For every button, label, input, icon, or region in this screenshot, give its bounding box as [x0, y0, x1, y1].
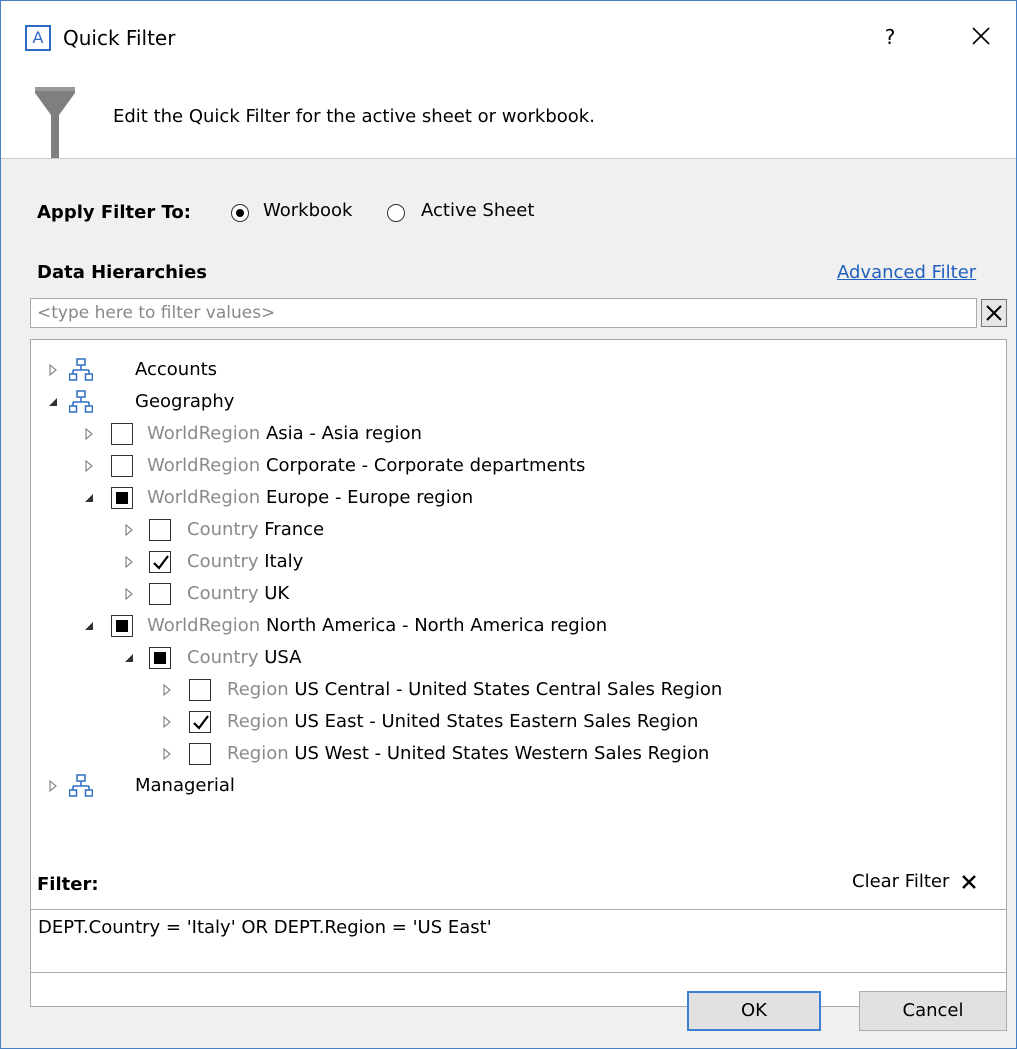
tree-item-accounts[interactable]: Accounts — [31, 354, 1006, 386]
advanced-filter-link[interactable]: Advanced Filter — [837, 260, 976, 286]
level-name: WorldRegion — [147, 615, 261, 636]
collapse-arrow-icon[interactable] — [123, 651, 135, 665]
dialog-body: Apply Filter To: Workbook Active Sheet D… — [1, 158, 1016, 1048]
tree-item-us-west[interactable]: Region US West - United States Western S… — [31, 738, 1006, 770]
clear-search-icon — [986, 305, 1002, 321]
expand-arrow-icon[interactable] — [161, 747, 173, 761]
member-value: USA — [264, 647, 302, 668]
member-checkbox[interactable] — [111, 487, 133, 509]
tree-item-us-central[interactable]: Region US Central - United States Centra… — [31, 674, 1006, 706]
tree-item-managerial[interactable]: Managerial — [31, 770, 1006, 802]
clear-search-button[interactable] — [981, 299, 1007, 327]
close-button[interactable] — [961, 19, 1001, 55]
member-value: US West - United States Western Sales Re… — [294, 743, 710, 764]
tree-item-geography[interactable]: Geography — [31, 386, 1006, 418]
expand-arrow-icon[interactable] — [123, 555, 135, 569]
app-icon: A — [25, 25, 51, 51]
expand-arrow-icon[interactable] — [47, 363, 59, 377]
member-checkbox[interactable] — [149, 583, 171, 605]
level-name: WorldRegion — [147, 487, 261, 508]
member-value: US Central - United States Central Sales… — [294, 679, 723, 700]
member-checkbox[interactable] — [189, 711, 211, 733]
workbook-radio[interactable] — [231, 204, 249, 222]
filter-values-search-input[interactable] — [30, 298, 977, 328]
expand-arrow-icon[interactable] — [161, 715, 173, 729]
active-sheet-radio[interactable] — [387, 204, 405, 222]
expand-arrow-icon[interactable] — [123, 587, 135, 601]
close-icon — [972, 27, 990, 45]
member-checkbox[interactable] — [189, 743, 211, 765]
collapse-arrow-icon[interactable] — [47, 395, 59, 409]
member-checkbox[interactable] — [149, 647, 171, 669]
member-value: North America - North America region — [265, 615, 608, 636]
apply-filter-label: Apply Filter To: — [37, 202, 191, 223]
header-description: Edit the Quick Filter for the active she… — [113, 106, 595, 127]
member-checkbox[interactable] — [111, 455, 133, 477]
level-name: Region — [227, 679, 289, 700]
expand-arrow-icon[interactable] — [123, 523, 135, 537]
level-name: Region — [227, 743, 289, 764]
hierarchy-icon — [69, 390, 93, 413]
clear-filter-label: Clear Filter — [852, 871, 950, 892]
clear-filter-button[interactable]: Clear Filter — [852, 869, 977, 895]
member-checkbox[interactable] — [189, 679, 211, 701]
hierarchy-icon — [69, 774, 93, 797]
level-name: WorldRegion — [147, 423, 261, 444]
hierarchy-name: Managerial — [135, 775, 235, 796]
tree-item-corporate[interactable]: WorldRegion Corporate - Corporate depart… — [31, 450, 1006, 482]
clear-filter-icon — [962, 875, 976, 889]
hierarchy-tree: Accounts Geography WorldRegion Asia - As… — [30, 339, 1007, 1007]
member-checkbox[interactable] — [149, 519, 171, 541]
data-hierarchies-label: Data Hierarchies — [37, 262, 208, 283]
level-name: Country — [187, 551, 259, 572]
level-name: Region — [227, 711, 289, 732]
help-button[interactable]: ? — [877, 23, 903, 51]
cancel-button[interactable]: Cancel — [859, 991, 1007, 1031]
expand-arrow-icon[interactable] — [161, 683, 173, 697]
hierarchy-icon — [69, 358, 93, 381]
member-value: Asia - Asia region — [265, 423, 422, 444]
level-name: WorldRegion — [147, 455, 261, 476]
ok-button[interactable]: OK — [687, 991, 821, 1031]
title-bar: A Quick Filter ? — [1, 1, 1016, 73]
member-checkbox[interactable] — [111, 423, 133, 445]
level-name: Country — [187, 583, 259, 604]
level-name: Country — [187, 519, 259, 540]
tree-item-uk[interactable]: Country UK — [31, 578, 1006, 610]
checkmark-icon — [153, 555, 169, 570]
member-value: Italy — [264, 551, 304, 572]
member-value: UK — [264, 583, 290, 604]
tree-item-france[interactable]: Country France — [31, 514, 1006, 546]
expand-arrow-icon[interactable] — [83, 459, 95, 473]
tree-item-asia[interactable]: WorldRegion Asia - Asia region — [31, 418, 1006, 450]
expand-arrow-icon[interactable] — [83, 427, 95, 441]
active-sheet-radio-label[interactable]: Active Sheet — [421, 198, 534, 224]
quick-filter-dialog: A Quick Filter ? Edit the Quick Filter f… — [0, 0, 1017, 1049]
member-value: Corporate - Corporate departments — [265, 455, 586, 476]
funnel-icon — [35, 87, 75, 159]
member-value: Europe - Europe region — [265, 487, 474, 508]
window-title: Quick Filter — [63, 26, 176, 50]
tree-item-us-east[interactable]: Region US East - United States Eastern S… — [31, 706, 1006, 738]
collapse-arrow-icon[interactable] — [83, 491, 95, 505]
hierarchy-name: Geography — [135, 391, 235, 412]
member-checkbox[interactable] — [149, 551, 171, 573]
tree-item-italy[interactable]: Country Italy — [31, 546, 1006, 578]
member-value: France — [264, 519, 325, 540]
level-name: Country — [187, 647, 259, 668]
tree-item-europe[interactable]: WorldRegion Europe - Europe region — [31, 482, 1006, 514]
hierarchy-name: Accounts — [135, 359, 218, 380]
expand-arrow-icon[interactable] — [47, 779, 59, 793]
workbook-radio-label[interactable]: Workbook — [263, 198, 352, 224]
member-checkbox[interactable] — [111, 615, 133, 637]
member-value: US East - United States Eastern Sales Re… — [294, 711, 699, 732]
filter-label: Filter: — [37, 874, 99, 895]
tree-item-north-america[interactable]: WorldRegion North America - North Americ… — [31, 610, 1006, 642]
tree-item-usa[interactable]: Country USA — [31, 642, 1006, 674]
checkmark-icon — [193, 715, 209, 730]
filter-expression-field[interactable]: DEPT.Country = 'Italy' OR DEPT.Region = … — [30, 909, 1007, 973]
collapse-arrow-icon[interactable] — [83, 619, 95, 633]
